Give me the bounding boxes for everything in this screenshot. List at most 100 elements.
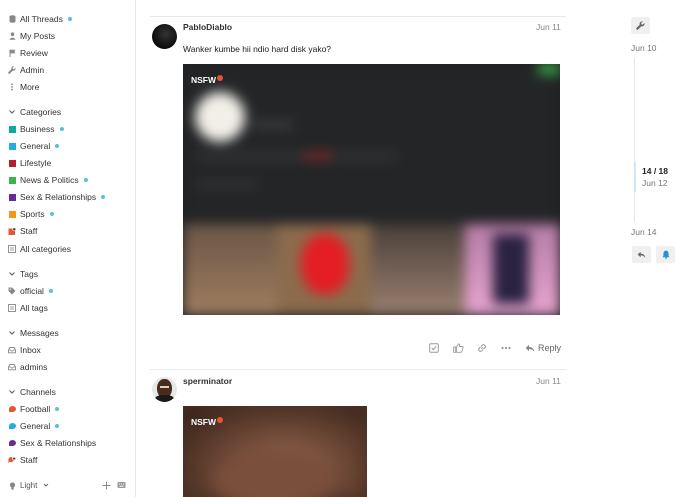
- post-body: Wanker kumbe hii ndio hard disk yako?: [183, 44, 332, 54]
- sidebar-item-sports[interactable]: Sports: [0, 206, 135, 223]
- sidebar-item-my-posts[interactable]: My Posts: [0, 28, 135, 45]
- sidebar-item-label: All tags: [20, 303, 48, 313]
- sidebar-item-news-politics[interactable]: News & Politics: [0, 172, 135, 189]
- sidebar-item-label: Football: [20, 404, 51, 414]
- reply-button[interactable]: Reply: [525, 343, 561, 353]
- sidebar-item-label: All categories: [20, 244, 72, 254]
- avatar[interactable]: [152, 24, 177, 49]
- warning-icon: [217, 417, 224, 423]
- list-icon: [8, 245, 16, 253]
- sidebar-item-channel-general[interactable]: General: [0, 418, 135, 435]
- list-icon: [8, 304, 16, 312]
- category-square-icon: [8, 176, 16, 184]
- sidebar-item-admin[interactable]: Admin: [0, 62, 135, 79]
- post-image[interactable]: NSFW: [183, 64, 560, 315]
- inbox-icon: [8, 363, 16, 371]
- chevron-down-icon: [43, 481, 49, 490]
- chevron-down-icon: [8, 108, 16, 116]
- unread-dot: [49, 211, 54, 216]
- more-ellipsis-icon[interactable]: [499, 341, 513, 355]
- channels-section-header[interactable]: Channels: [0, 386, 135, 400]
- sidebar-item-review[interactable]: Review: [0, 45, 135, 62]
- reply-label: Reply: [538, 343, 562, 353]
- post-image[interactable]: NSFW: [183, 406, 367, 497]
- sidebar-item-label: Sports: [20, 209, 45, 219]
- section-heading: Tags: [20, 269, 38, 279]
- sidebar-item-sex-relationships[interactable]: Sex & Relationships: [0, 189, 135, 206]
- sidebar-item-all-tags[interactable]: All tags: [0, 300, 135, 317]
- keyboard-icon[interactable]: [117, 481, 126, 491]
- avatar[interactable]: [152, 377, 177, 402]
- unread-dot: [59, 126, 64, 131]
- sidebar-item-admins[interactable]: admins: [0, 359, 135, 376]
- unread-dot: [101, 194, 106, 199]
- section-heading: Messages: [20, 328, 59, 338]
- post-divider: [150, 369, 566, 370]
- sidebar-item-label: admins: [20, 362, 48, 372]
- sidebar-item-lifestyle[interactable]: Lifestyle: [0, 155, 135, 172]
- chat-bubble-lock-icon: [8, 456, 16, 464]
- post-actions: Reply: [427, 341, 561, 355]
- post-date[interactable]: Jun 11: [536, 22, 561, 32]
- sidebar-item-label: official: [20, 286, 44, 296]
- sidebar-item-business[interactable]: Business: [0, 121, 135, 138]
- theme-label: Light: [20, 481, 38, 490]
- sidebar-footer: Light: [0, 475, 135, 497]
- sidebar-item-label: Staff: [20, 226, 38, 236]
- reply-icon: [637, 246, 646, 264]
- sidebar-item-more[interactable]: More: [0, 79, 135, 96]
- sidebar-item-label: News & Politics: [20, 175, 79, 185]
- timeline-position[interactable]: 14 / 18: [642, 166, 668, 176]
- timeline-handle[interactable]: [634, 162, 636, 192]
- unread-dot: [55, 406, 60, 411]
- sidebar-item-label: All Threads: [20, 14, 63, 24]
- tags-section-header[interactable]: Tags: [0, 268, 135, 282]
- timeline-start-date[interactable]: Jun 10: [631, 43, 657, 53]
- tag-icon: [8, 287, 16, 295]
- checkbox-icon[interactable]: [427, 341, 441, 355]
- category-square-icon: [8, 142, 16, 150]
- chevron-down-icon: [8, 270, 16, 278]
- unread-dot: [55, 143, 60, 148]
- lock-category-icon: [8, 227, 16, 235]
- sidebar-item-staff[interactable]: Staff: [0, 223, 135, 240]
- sidebar-item-channel-sex-relationships[interactable]: Sex & Relationships: [0, 435, 135, 452]
- sidebar-item-all-threads[interactable]: All Threads: [0, 11, 135, 28]
- link-icon[interactable]: [475, 341, 489, 355]
- theme-selector[interactable]: Light: [20, 481, 49, 490]
- timeline-reply-button[interactable]: [632, 246, 651, 263]
- messages-section-header[interactable]: Messages: [0, 327, 135, 341]
- sidebar: All Threads My Posts Review Admin More C…: [0, 0, 136, 497]
- sidebar-item-channel-football[interactable]: Football: [0, 401, 135, 418]
- sidebar-item-label: Review: [20, 48, 48, 58]
- sidebar-item-all-categories[interactable]: All categories: [0, 241, 135, 258]
- unread-dot: [48, 288, 53, 293]
- chat-bubble-icon: [8, 405, 16, 413]
- nsfw-badge: NSFW: [191, 417, 224, 427]
- chevron-down-icon: [8, 329, 16, 337]
- notification-button[interactable]: [656, 246, 675, 263]
- top-divider: [150, 16, 566, 17]
- unread-dot: [67, 16, 72, 21]
- chevron-down-icon: [8, 388, 16, 396]
- admin-wrench-button[interactable]: [631, 17, 650, 34]
- section-heading: Channels: [20, 387, 56, 397]
- sidebar-item-tag-official[interactable]: official: [0, 283, 135, 300]
- add-icon[interactable]: [102, 481, 111, 492]
- sidebar-item-inbox[interactable]: Inbox: [0, 342, 135, 359]
- category-square-icon: [8, 210, 16, 218]
- wrench-icon: [8, 66, 16, 74]
- post-username[interactable]: PabloDiablo: [183, 22, 232, 32]
- sidebar-item-label: Inbox: [20, 345, 41, 355]
- categories-section-header[interactable]: Categories: [0, 106, 135, 120]
- post-username[interactable]: sperminator: [183, 376, 232, 386]
- sidebar-item-channel-staff[interactable]: Staff: [0, 452, 135, 469]
- section-heading: Categories: [20, 107, 62, 117]
- sidebar-item-label: Admin: [20, 65, 45, 75]
- timeline-track[interactable]: [634, 58, 635, 222]
- like-icon[interactable]: [451, 341, 465, 355]
- sidebar-item-general[interactable]: General: [0, 138, 135, 155]
- timeline-end-date[interactable]: Jun 14: [631, 227, 657, 237]
- user-icon: [8, 32, 16, 40]
- post-date[interactable]: Jun 11: [536, 376, 561, 386]
